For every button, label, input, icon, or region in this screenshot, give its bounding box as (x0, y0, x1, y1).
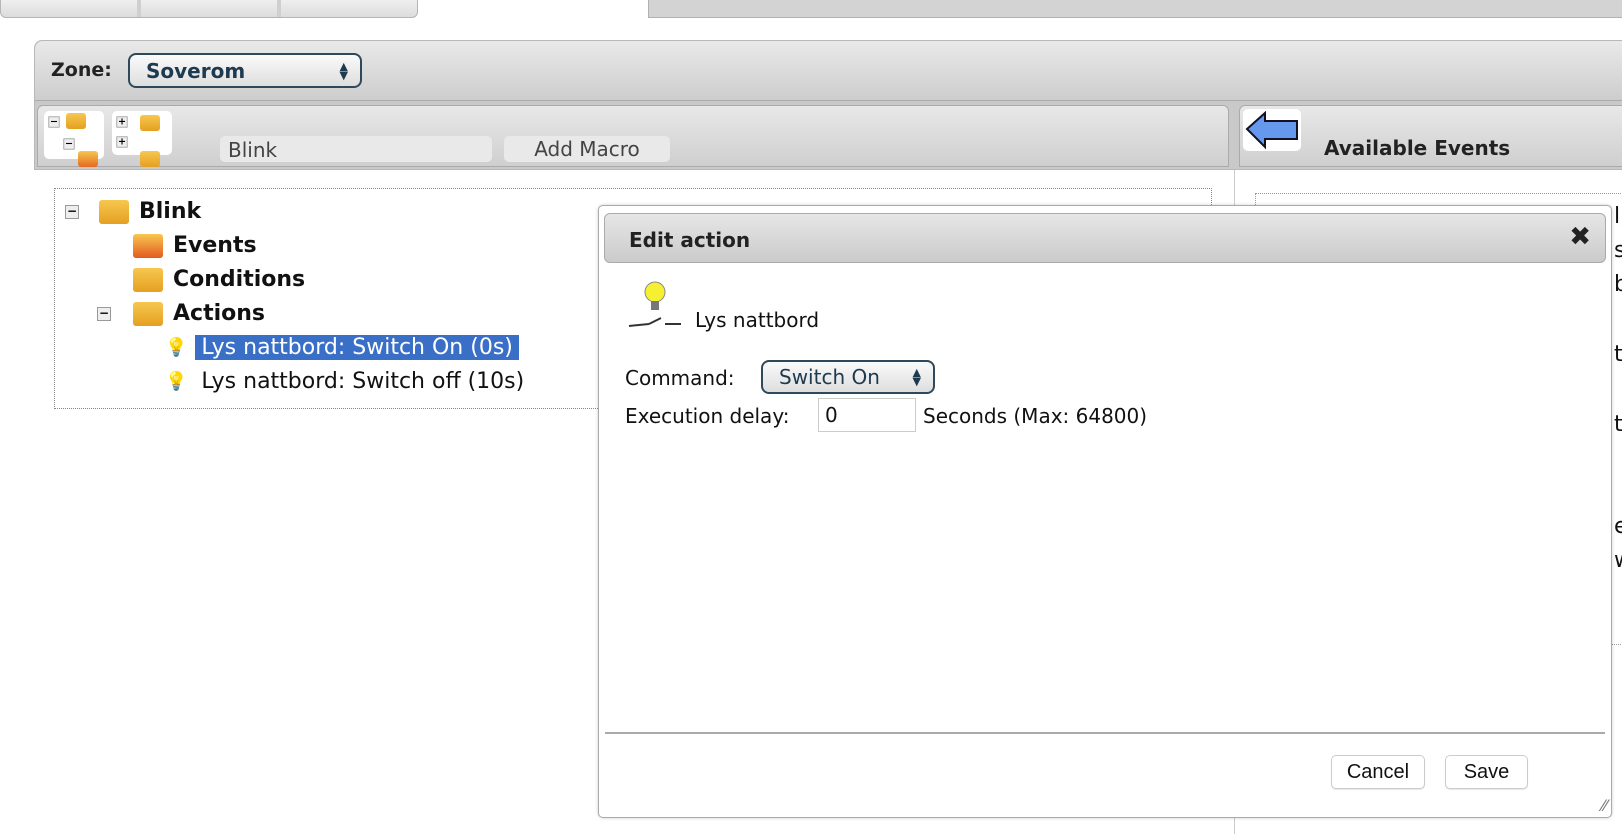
tree-label: Lys nattbord: Switch off (10s) (201, 369, 525, 394)
add-macro-button[interactable]: Add Macro (504, 136, 670, 162)
available-events-title: Available Events (1324, 136, 1511, 160)
save-button[interactable]: Save (1445, 755, 1528, 789)
macro-toolbar: − − + + Blink Add Macro (37, 105, 1229, 167)
tree-label: Lys nattbord: Switch On (0s) (195, 335, 519, 360)
tree-node-actions[interactable]: − Actions (97, 301, 265, 326)
collapse-icon[interactable]: − (65, 204, 79, 219)
macro-name-input[interactable]: Blink (220, 136, 492, 162)
command-label: Command: (625, 366, 735, 390)
device-name: Lys nattbord (695, 308, 820, 332)
top-tab[interactable] (1, 0, 141, 17)
top-tab[interactable] (281, 0, 417, 17)
zone-label: Zone: (51, 59, 112, 81)
text-fragment: l, (1614, 204, 1622, 229)
dialog-title: Edit action (629, 228, 751, 252)
edit-action-dialog: Edit action ✖ Lys nattbord Command: Swit… (598, 205, 1612, 818)
zone-panel: Zone: Soverom ▲ ▼ − − + + Blink Add Macro… (34, 40, 1622, 170)
top-tab[interactable] (141, 0, 281, 17)
events-folder-icon (133, 233, 163, 258)
select-arrows-icon: ▲ ▼ (912, 366, 921, 388)
text-fragment: w (1614, 548, 1622, 573)
collapse-tree-icon[interactable]: − − (44, 111, 104, 167)
text-fragment: b (1614, 272, 1622, 297)
cancel-button[interactable]: Cancel (1331, 755, 1425, 789)
tree-node-action-item[interactable]: 💡 Lys nattbord: Switch On (0s) (165, 335, 519, 360)
top-tabs (0, 0, 418, 18)
expand-tree-icon[interactable]: + + (112, 111, 172, 167)
folder-icon (99, 199, 129, 224)
tree-node-action-item[interactable]: 💡 Lys nattbord: Switch off (10s) (165, 369, 530, 394)
lightbulb-switch-icon (627, 268, 687, 328)
select-arrows-icon: ▲ ▼ (339, 59, 348, 82)
close-icon[interactable]: ✖ (1569, 222, 1591, 252)
tree-node-events[interactable]: Events (133, 233, 257, 258)
resize-handle-icon[interactable]: ⁄⁄ (1602, 796, 1607, 815)
delay-hint: Seconds (Max: 64800) (923, 404, 1148, 428)
events-toolbar: Available Events (1239, 105, 1622, 167)
back-arrow-icon[interactable] (1243, 109, 1301, 151)
actions-folder-icon (133, 301, 163, 326)
collapse-icon[interactable]: − (97, 306, 111, 321)
delay-input[interactable]: 0 (818, 398, 916, 432)
lightbulb-icon: 💡 (165, 337, 188, 358)
dialog-divider (605, 732, 1605, 734)
tree-node-root[interactable]: − Blink (65, 199, 201, 224)
tree-label: Events (173, 233, 257, 258)
tree-label: Conditions (173, 267, 306, 292)
delay-label: Execution delay: (625, 404, 790, 428)
command-select[interactable]: Switch On ▲ ▼ (761, 360, 935, 394)
text-fragment: ta (1614, 412, 1622, 437)
command-select-value: Switch On (779, 365, 880, 389)
lightbulb-icon: 💡 (165, 371, 188, 392)
text-fragment: ta (1614, 342, 1622, 367)
dialog-titlebar[interactable]: Edit action ✖ (604, 213, 1606, 263)
conditions-folder-icon (133, 267, 163, 292)
text-fragment: s (1614, 238, 1622, 263)
zone-select-value: Soverom (146, 58, 246, 83)
tree-label: Actions (173, 301, 265, 326)
top-bar (648, 0, 1622, 18)
zone-select[interactable]: Soverom ▲ ▼ (128, 53, 362, 88)
tree-label: Blink (139, 199, 202, 224)
zone-header: Zone: Soverom ▲ ▼ (35, 41, 1622, 101)
text-fragment: e (1614, 514, 1622, 539)
tree-node-conditions[interactable]: Conditions (133, 267, 305, 292)
